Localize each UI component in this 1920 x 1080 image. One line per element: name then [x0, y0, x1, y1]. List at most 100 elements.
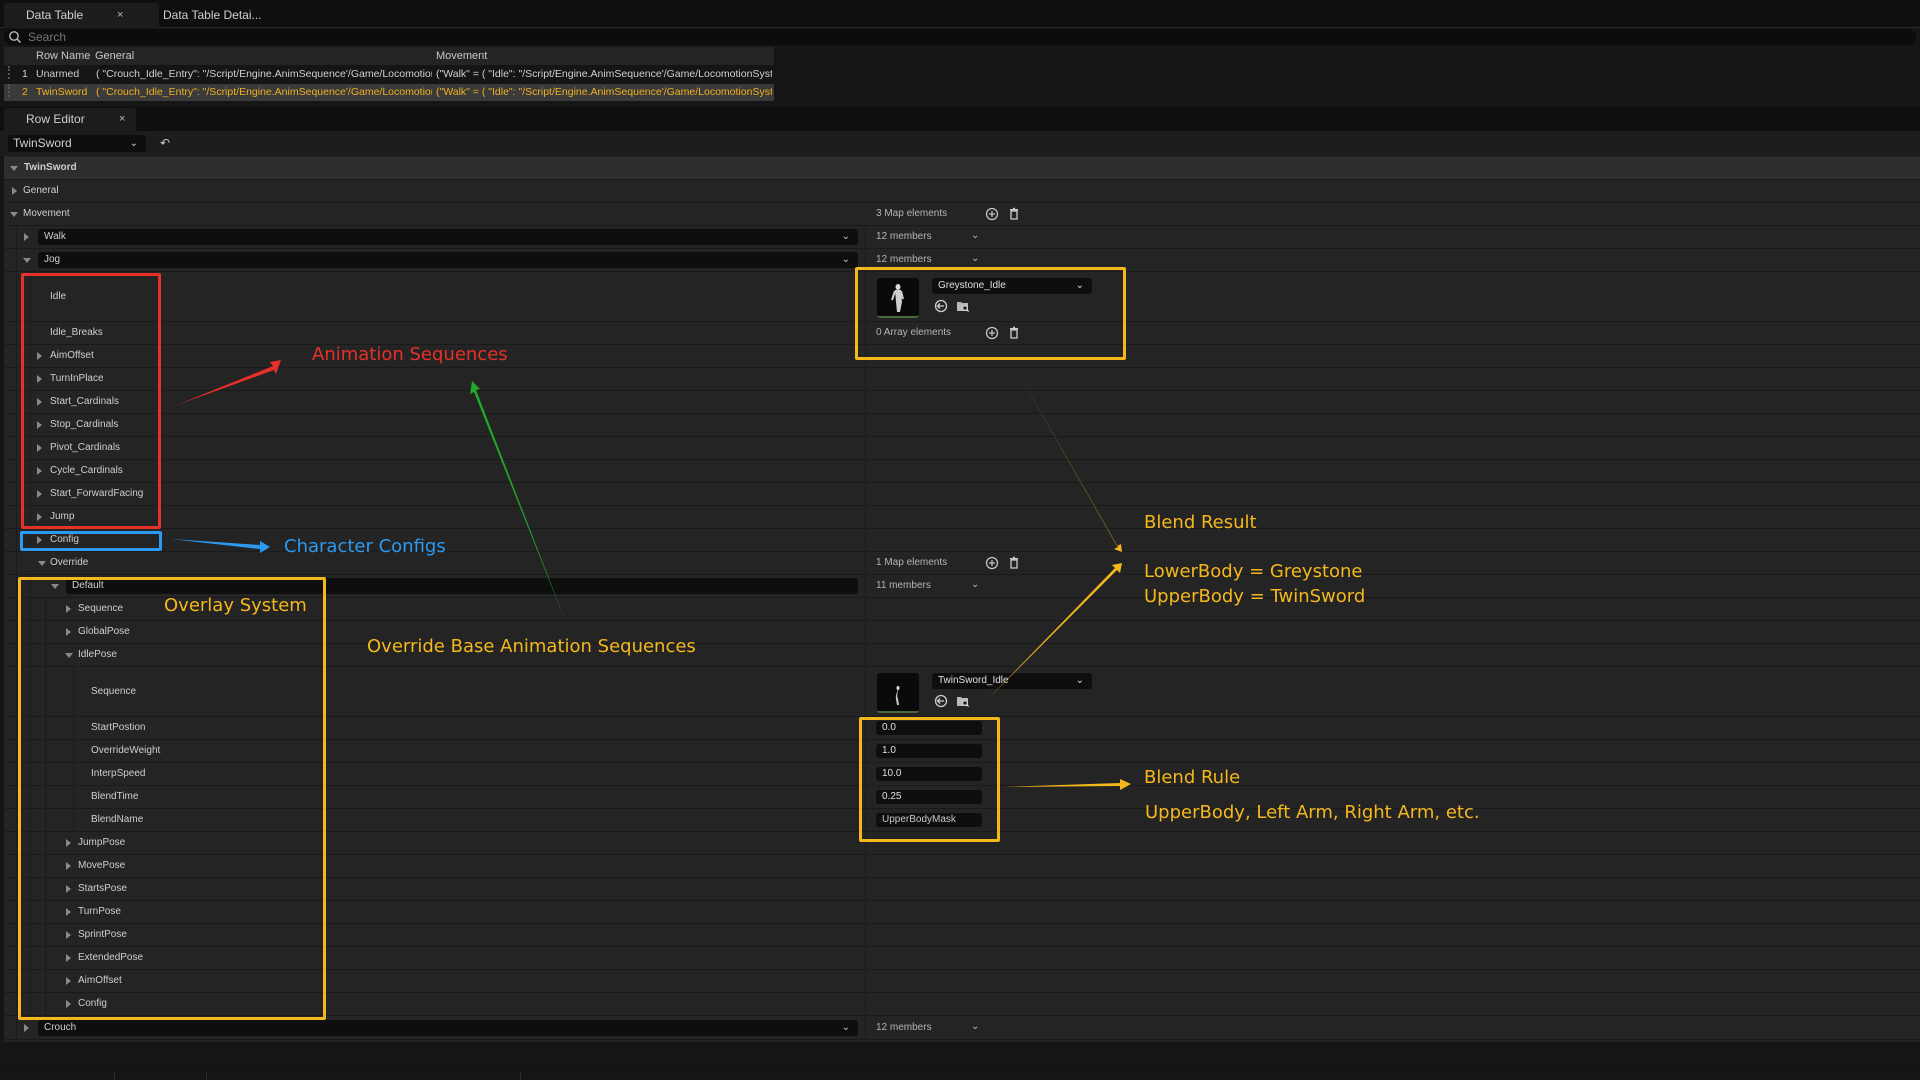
browse-asset-icon[interactable] — [956, 299, 970, 313]
add-element-icon[interactable] — [985, 556, 999, 570]
tree-item-turninplace[interactable]: TurnInPlace — [4, 368, 1920, 391]
overrideweight-input[interactable]: 1.0 — [876, 744, 982, 758]
tree-item-idlepose[interactable]: IdlePose — [4, 644, 1920, 667]
tree-item-sprintpose[interactable]: SprintPose — [4, 924, 1920, 947]
tree-item-idle[interactable]: Idle Greystone_Idle ⌄ — [4, 272, 1920, 322]
tree-item-movepose[interactable]: MovePose — [4, 855, 1920, 878]
add-element-icon[interactable] — [985, 326, 999, 340]
tree-item-idlepose-sequence[interactable]: Sequence TwinSword_Idle ⌄ — [4, 667, 1920, 717]
chevron-down-icon[interactable]: ⌄ — [971, 230, 979, 241]
expand-arrow-icon[interactable] — [24, 233, 29, 241]
tree-item-movement[interactable]: Movement 3 Map elements — [4, 203, 1920, 226]
tree-item-start-cardinals[interactable]: Start_Cardinals — [4, 391, 1920, 414]
collapse-arrow-icon[interactable] — [23, 258, 31, 263]
tree-item-jog[interactable]: Jog ⌄ 12 members ⌄ — [4, 249, 1920, 272]
expand-arrow-icon[interactable] — [66, 977, 71, 985]
tree-item-overrideweight[interactable]: OverrideWeight 1.0 — [4, 740, 1920, 763]
expand-arrow-icon[interactable] — [66, 839, 71, 847]
tree-item-stop-cardinals[interactable]: Stop_Cardinals — [4, 414, 1920, 437]
expand-arrow-icon[interactable] — [37, 352, 42, 360]
collapse-arrow-icon[interactable] — [10, 212, 18, 217]
tree-item-extendedpose[interactable]: ExtendedPose — [4, 947, 1920, 970]
tab-row-editor[interactable]: Row Editor × — [4, 108, 136, 131]
tree-item-jumppose[interactable]: JumpPose — [4, 832, 1920, 855]
tree-item-aimoffset[interactable]: AimOffset — [4, 970, 1920, 993]
tree-item-general[interactable]: General — [4, 180, 1920, 203]
table-row-selected[interactable]: 2 TwinSword ( "Crouch_Idle_Entry": "/Scr… — [4, 84, 774, 101]
reset-arrow-icon[interactable]: ↶ — [160, 136, 174, 150]
expand-arrow-icon[interactable] — [66, 862, 71, 870]
asset-picker-dropdown[interactable]: Greystone_Idle ⌄ — [932, 278, 1092, 294]
animation-thumbnail[interactable] — [877, 673, 919, 713]
trash-icon[interactable] — [1007, 556, 1021, 570]
column-header-movement[interactable]: Movement — [436, 47, 487, 65]
expand-arrow-icon[interactable] — [66, 954, 71, 962]
animation-thumbnail[interactable] — [877, 278, 919, 318]
expand-arrow-icon[interactable] — [66, 885, 71, 893]
tree-item-blendtime[interactable]: BlendTime 0.25 — [4, 786, 1920, 809]
expand-arrow-icon[interactable] — [37, 421, 42, 429]
column-header-general[interactable]: General — [95, 47, 134, 65]
close-icon[interactable]: × — [119, 108, 125, 131]
tree-item-aimoffset[interactable]: AimOffset — [4, 345, 1920, 368]
use-selected-asset-icon[interactable] — [934, 299, 948, 313]
expand-arrow-icon[interactable] — [66, 628, 71, 636]
walk-key-field[interactable]: Walk ⌄ — [38, 229, 858, 245]
expand-arrow-icon[interactable] — [37, 444, 42, 452]
collapse-arrow-icon[interactable] — [51, 584, 59, 589]
tree-root-twinsword[interactable]: TwinSword — [4, 157, 1920, 180]
expand-arrow-icon[interactable] — [12, 187, 17, 195]
drag-handle-icon[interactable] — [8, 84, 12, 97]
tree-item-crouch[interactable]: Crouch ⌄ 12 members ⌄ — [4, 1017, 1920, 1040]
tree-item-config[interactable]: Config — [4, 993, 1920, 1016]
browse-asset-icon[interactable] — [956, 694, 970, 708]
expand-arrow-icon[interactable] — [66, 908, 71, 916]
drag-handle-icon[interactable] — [8, 66, 12, 79]
tab-data-table[interactable]: Data Table × — [4, 3, 159, 28]
expand-arrow-icon[interactable] — [66, 1000, 71, 1008]
tab-data-table-details[interactable]: Data Table Detai... — [141, 3, 262, 28]
table-row[interactable]: 1 Unarmed ( "Crouch_Idle_Entry": "/Scrip… — [4, 66, 774, 83]
tree-item-jump[interactable]: Jump — [4, 506, 1920, 529]
close-icon[interactable]: × — [117, 3, 123, 28]
tree-item-walk[interactable]: Walk ⌄ 12 members ⌄ — [4, 226, 1920, 249]
search-input[interactable] — [28, 29, 428, 45]
crouch-key-field[interactable]: Crouch ⌄ — [38, 1020, 858, 1036]
expand-arrow-icon[interactable] — [37, 513, 42, 521]
expand-arrow-icon[interactable] — [37, 536, 42, 544]
tree-item-cycle-cardinals[interactable]: Cycle_Cardinals — [4, 460, 1920, 483]
blendtime-input[interactable]: 0.25 — [876, 790, 982, 804]
tree-item-globalpose[interactable]: GlobalPose — [4, 621, 1920, 644]
blendname-input[interactable]: UpperBodyMask — [876, 813, 982, 827]
expand-arrow-icon[interactable] — [24, 1024, 29, 1032]
tree-item-startspose[interactable]: StartsPose — [4, 878, 1920, 901]
startpostion-input[interactable]: 0.0 — [876, 721, 982, 735]
interpspeed-input[interactable]: 10.0 — [876, 767, 982, 781]
tree-item-turnpose[interactable]: TurnPose — [4, 901, 1920, 924]
add-element-icon[interactable] — [985, 207, 999, 221]
expand-arrow-icon[interactable] — [66, 931, 71, 939]
expand-arrow-icon[interactable] — [37, 398, 42, 406]
expand-arrow-icon[interactable] — [37, 490, 42, 498]
asset-picker-dropdown[interactable]: TwinSword_Idle ⌄ — [932, 673, 1092, 689]
tree-item-blendname[interactable]: BlendName UpperBodyMask — [4, 809, 1920, 832]
use-selected-asset-icon[interactable] — [934, 694, 948, 708]
tree-item-interpspeed[interactable]: InterpSpeed 10.0 — [4, 763, 1920, 786]
expand-arrow-icon[interactable] — [37, 375, 42, 383]
collapse-arrow-icon[interactable] — [10, 166, 18, 171]
expand-arrow-icon[interactable] — [66, 605, 71, 613]
chevron-down-icon[interactable]: ⌄ — [971, 1021, 979, 1032]
column-header-row-name[interactable]: Row Name — [36, 47, 90, 65]
trash-icon[interactable] — [1007, 207, 1021, 221]
expand-arrow-icon[interactable] — [37, 467, 42, 475]
collapse-arrow-icon[interactable] — [38, 561, 46, 566]
tree-item-pivot-cardinals[interactable]: Pivot_Cardinals — [4, 437, 1920, 460]
collapse-arrow-icon[interactable] — [65, 653, 73, 658]
jog-key-field[interactable]: Jog ⌄ — [38, 252, 858, 268]
chevron-down-icon[interactable]: ⌄ — [971, 579, 979, 590]
chevron-down-icon[interactable]: ⌄ — [971, 253, 979, 264]
column-splitter[interactable] — [865, 226, 866, 1042]
default-key-field[interactable]: Default — [66, 578, 858, 594]
row-select-dropdown[interactable]: TwinSword ⌄ — [8, 135, 146, 152]
tree-item-start-forwardfacing[interactable]: Start_ForwardFacing — [4, 483, 1920, 506]
